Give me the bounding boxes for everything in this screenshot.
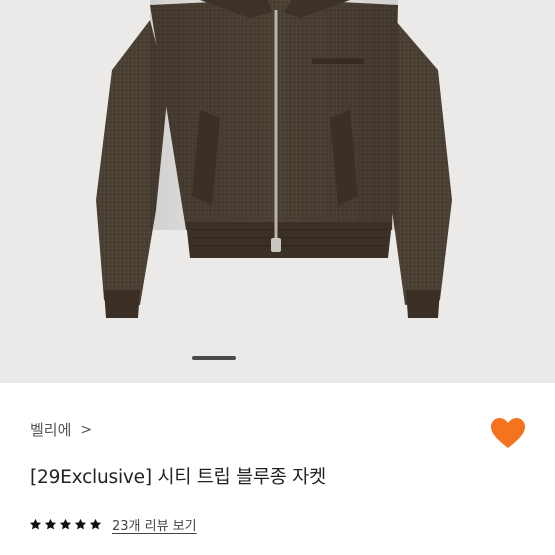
- jacket-illustration: [96, 0, 452, 318]
- chevron-right-icon: >: [80, 421, 93, 438]
- star-rating: [29, 518, 102, 531]
- carousel-indicator[interactable]: [192, 356, 236, 360]
- star-icon: [74, 518, 87, 530]
- product-info: 벨리에 > [29Exclusive] 시티 트립 블루종 자켓 23개 리뷰 …: [0, 383, 555, 555]
- star-icon: [29, 518, 42, 530]
- rating-row: 23개 리뷰 보기: [29, 515, 197, 534]
- heart-icon[interactable]: [490, 417, 526, 449]
- star-icon: [44, 518, 57, 530]
- brand-link[interactable]: 벨리에 >: [30, 419, 92, 440]
- brand-name: 벨리에: [30, 421, 72, 439]
- review-link[interactable]: 23개 리뷰 보기: [112, 515, 197, 534]
- product-image[interactable]: [0, 0, 555, 383]
- star-icon: [59, 518, 72, 530]
- star-icon: [89, 518, 102, 530]
- product-title: [29Exclusive] 시티 트립 블루종 자켓: [30, 467, 326, 488]
